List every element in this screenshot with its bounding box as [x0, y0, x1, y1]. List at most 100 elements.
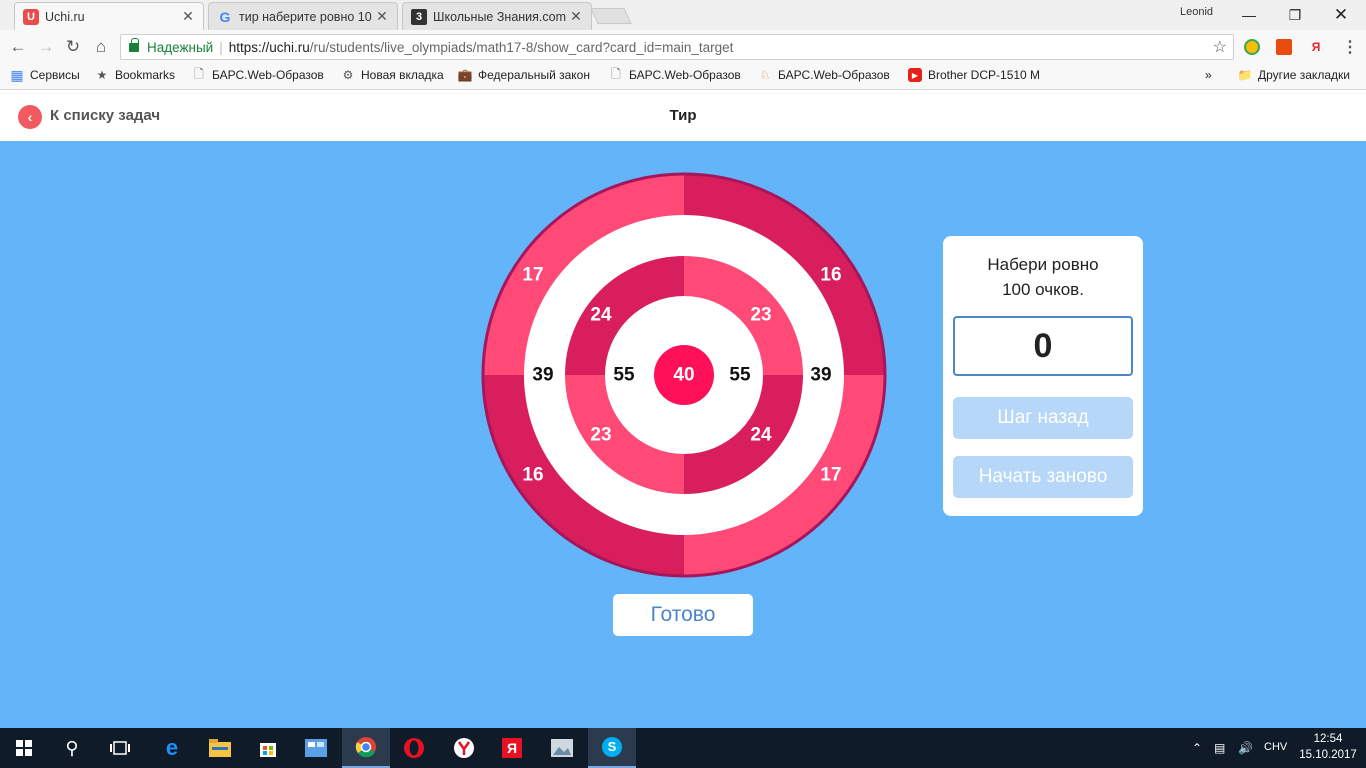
bookmark-label: БАРС.Web-Образова	[212, 68, 324, 82]
task-line-2: 100 очков.	[1002, 280, 1084, 299]
other-bookmarks-folder[interactable]: 📁 Другие закладки	[1238, 68, 1350, 82]
more-bookmarks-button[interactable]: »	[1205, 68, 1212, 82]
close-tab-icon[interactable]: ✕	[375, 8, 389, 25]
menu-icon[interactable]: ⋮	[1342, 39, 1358, 56]
profile-name[interactable]: Leonid	[1180, 6, 1213, 18]
bookmark-label: Bookmarks	[115, 68, 176, 82]
inner-score-label: 23	[750, 305, 771, 326]
bookmark-item[interactable]: ★ Bookmarks	[95, 68, 175, 82]
apps-grid-icon: ▦	[10, 66, 24, 83]
bookmark-item[interactable]: ▶ Brother DCP-1510 M	[908, 68, 1040, 82]
yandex-browser-icon[interactable]	[440, 728, 488, 768]
photos-app-icon[interactable]	[538, 728, 586, 768]
main-area: 17 16 39 39 16 17 24 23 55 55 23 24 40 Н…	[0, 141, 1366, 728]
input-language[interactable]: CHV	[1264, 741, 1287, 753]
shooting-target: 17 16 39 39 16 17 24 23 55 55 23 24 40	[481, 172, 887, 578]
center-score-label: 40	[673, 365, 694, 386]
bookmark-item[interactable]: 🗋 БАРС.Web-Образова	[192, 67, 324, 83]
minimize-icon[interactable]: —	[1226, 0, 1272, 30]
task-text: Набери ровно 100 очков.	[943, 252, 1143, 302]
restart-button[interactable]: Начать заново	[953, 456, 1133, 498]
bookmarks-bar: ▦ Сервисы ★ Bookmarks 🗋 БАРС.Web-Образов…	[0, 63, 1366, 90]
score-display: 0	[953, 316, 1133, 376]
inner-score-label: 55	[729, 365, 751, 386]
browser-toolbar: ← → ↻ ⌂ Надежный | https://uchi.ru/ru/st…	[0, 30, 1366, 63]
windows-start-icon[interactable]	[0, 728, 48, 768]
office-icon[interactable]	[1276, 39, 1292, 55]
done-button[interactable]: Готово	[613, 594, 753, 636]
bookmark-label: Другие закладки	[1258, 68, 1350, 82]
extension-icon[interactable]	[1244, 39, 1260, 55]
network-icon[interactable]: ▤	[1214, 741, 1225, 755]
reload-icon[interactable]: ↻	[62, 36, 84, 58]
bookmark-label: БАРС.Web-Образова	[778, 68, 890, 82]
secure-label: Надежный	[147, 39, 214, 55]
bookmark-item[interactable]: 💼 Федеральный закон	[458, 68, 590, 82]
forward-arrow-icon[interactable]: →	[35, 36, 57, 58]
yandex-icon[interactable]: Я	[1308, 39, 1324, 55]
bookmark-label: Brother DCP-1510 M	[928, 68, 1040, 82]
close-tab-icon[interactable]: ✕	[181, 8, 195, 25]
file-explorer-icon[interactable]	[196, 728, 244, 768]
home-icon[interactable]: ⌂	[90, 36, 112, 58]
bookmark-item[interactable]: ♘ БАРС.Web-Образова	[758, 68, 890, 82]
inner-score-label: 23	[590, 425, 611, 446]
bookmark-item[interactable]: ▦ Сервисы	[10, 66, 79, 83]
url-path: /ru/students/live_olympiads/math17-8/sho…	[309, 39, 734, 55]
clock-date: 15.10.2017	[1299, 749, 1357, 761]
outer-score-label: 16	[522, 465, 543, 486]
star-icon: ★	[96, 68, 108, 82]
bookmark-item[interactable]: ⚙ Новая вкладка	[341, 68, 444, 82]
skype-icon[interactable]: S	[588, 728, 636, 768]
restore-icon[interactable]: ❐	[1272, 0, 1318, 30]
tray-chevron-icon[interactable]: ⌃	[1192, 741, 1202, 755]
store-icon[interactable]	[244, 728, 292, 768]
step-back-button[interactable]: Шаг назад	[953, 397, 1133, 439]
bookmark-star-icon[interactable]: ☆	[1213, 37, 1227, 57]
clock-time: 12:54	[1313, 733, 1343, 745]
inner-score-label: 24	[750, 425, 772, 446]
tab-znanija[interactable]: 3 Школьные Знания.com ✕	[402, 2, 592, 30]
tab-uchi[interactable]: U Uchi.ru ✕	[14, 2, 204, 30]
task-line-1: Набери ровно	[987, 255, 1099, 274]
youtube-icon: ▶	[908, 68, 922, 82]
bookmark-label: Новая вкладка	[361, 68, 444, 82]
briefcase-icon: 💼	[457, 68, 473, 82]
page-title: Тир	[669, 107, 697, 124]
tab-title: Школьные Знания.com	[433, 9, 567, 24]
task-view-icon[interactable]	[96, 728, 144, 768]
horse-icon: ♘	[759, 68, 771, 82]
znanija-favicon-icon: 3	[411, 8, 427, 25]
volume-icon[interactable]: 🔊	[1238, 741, 1253, 755]
tab-title: тир наберите ровно 10	[239, 9, 372, 24]
lock-icon	[129, 37, 139, 52]
control-panel-icon[interactable]	[292, 728, 340, 768]
folder-icon: 📁	[1237, 68, 1253, 82]
back-arrow-icon[interactable]: ←	[7, 36, 29, 58]
search-icon[interactable]: ⚲	[48, 728, 96, 768]
page-header: ‹ К списку задач Тир	[0, 91, 1366, 141]
gear-icon: ⚙	[342, 68, 354, 82]
more-bookmarks-label: »	[1205, 68, 1212, 82]
url-host: https://uchi.ru	[228, 39, 310, 55]
new-tab-button[interactable]	[590, 8, 632, 24]
bookmark-item[interactable]: 🗋 БАРС.Web-Образова	[609, 66, 741, 83]
address-bar[interactable]: Надежный | https://uchi.ru/ru/students/l…	[120, 34, 1234, 60]
outer-score-label: 39	[810, 365, 831, 386]
edge-icon[interactable]: e	[148, 728, 196, 768]
close-window-icon[interactable]: ✕	[1318, 0, 1364, 30]
close-tab-icon[interactable]: ✕	[569, 8, 583, 25]
page-icon: 🗋	[611, 66, 621, 81]
tab-google-search[interactable]: G тир наберите ровно 10 ✕	[208, 2, 398, 30]
inner-score-label: 24	[590, 305, 612, 326]
inner-score-label: 55	[613, 365, 635, 386]
system-clock[interactable]: 12:54 15.10.2017	[1296, 731, 1360, 763]
chrome-taskbar-icon[interactable]	[342, 728, 390, 768]
google-favicon-icon: G	[219, 8, 231, 25]
opera-icon[interactable]	[390, 728, 438, 768]
bookmark-label: БАРС.Web-Образова	[629, 68, 741, 82]
uchi-favicon-icon: U	[23, 8, 39, 25]
outer-score-label: 39	[532, 365, 553, 386]
outer-score-label: 17	[522, 265, 543, 286]
yandex-app-icon[interactable]: Я	[488, 728, 536, 768]
